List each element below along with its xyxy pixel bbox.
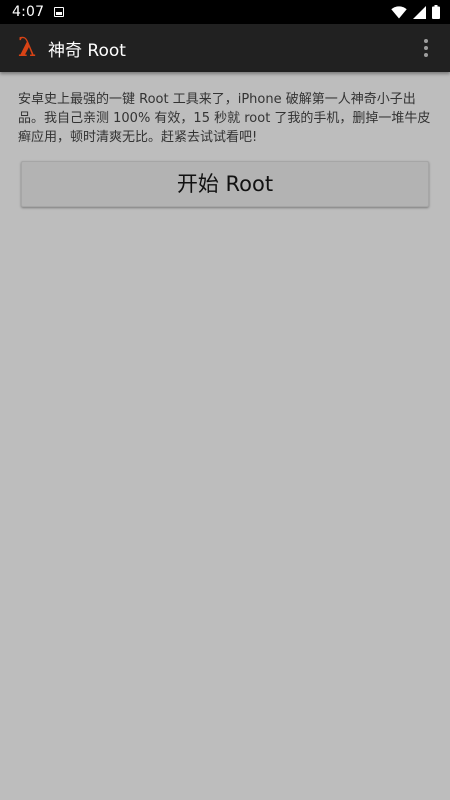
- status-bar: 4:07: [0, 0, 450, 24]
- start-root-button[interactable]: 开始 Root: [21, 161, 429, 207]
- status-icons: [391, 5, 440, 19]
- notification-icon: [54, 7, 65, 17]
- overflow-dot: [424, 46, 428, 50]
- more-vert-icon[interactable]: [414, 28, 438, 68]
- wifi-icon: [391, 5, 407, 18]
- overflow-dot: [424, 39, 428, 43]
- app-bar: λ 神奇 Root: [0, 24, 450, 72]
- lambda-logo-icon: λ: [18, 33, 37, 63]
- app-title: 神奇 Root: [48, 40, 126, 61]
- main-content: 安卓史上最强的一键 Root 工具来了，iPhone 破解第一人神奇小子出品。我…: [0, 72, 450, 207]
- battery-icon: [432, 5, 440, 19]
- status-time: 4:07: [12, 4, 45, 20]
- overflow-dot: [424, 53, 428, 57]
- signal-icon: [413, 5, 426, 19]
- description-text: 安卓史上最强的一键 Root 工具来了，iPhone 破解第一人神奇小子出品。我…: [18, 92, 431, 145]
